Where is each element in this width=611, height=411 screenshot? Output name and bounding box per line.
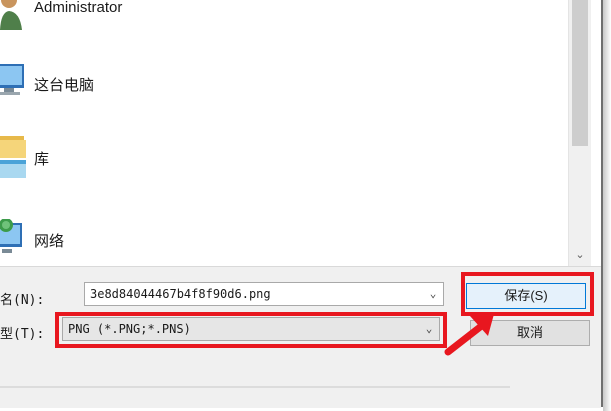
window-shadow (603, 0, 611, 411)
nav-item-label: 网络 (34, 233, 65, 250)
filename-value: 3e8d84044467b4f8f90d6.png (90, 287, 271, 301)
scrollbar-thumb[interactable] (572, 0, 588, 146)
scroll-down-icon[interactable]: ⌄ (569, 246, 591, 264)
library-icon (0, 136, 30, 178)
filetype-select[interactable]: PNG (*.PNG;*.PNS) ⌄ (62, 317, 440, 341)
nav-item-label: 库 (34, 151, 50, 168)
filetype-label: 型(T): (0, 327, 45, 342)
navigation-pane[interactable]: Administrator 这台电脑 库 网络 (0, 0, 569, 266)
save-button[interactable]: 保存(S) (466, 283, 586, 309)
computer-icon (0, 62, 30, 102)
chevron-down-icon[interactable]: ⌄ (425, 283, 441, 305)
divider (0, 386, 510, 388)
filetype-value: PNG (*.PNG;*.PNS) (68, 322, 191, 336)
nav-item-label: Administrator (34, 0, 123, 16)
chevron-down-icon[interactable]: ⌄ (421, 318, 437, 340)
arrow-annotation-icon (444, 314, 494, 356)
user-icon (0, 0, 30, 30)
vertical-scrollbar[interactable]: ⌄ (568, 0, 591, 266)
network-icon (0, 218, 30, 259)
filename-input[interactable]: 3e8d84044467b4f8f90d6.png ⌄ (84, 282, 444, 306)
filename-label: 名(N): (0, 293, 45, 308)
nav-item-label: 这台电脑 (34, 77, 95, 94)
